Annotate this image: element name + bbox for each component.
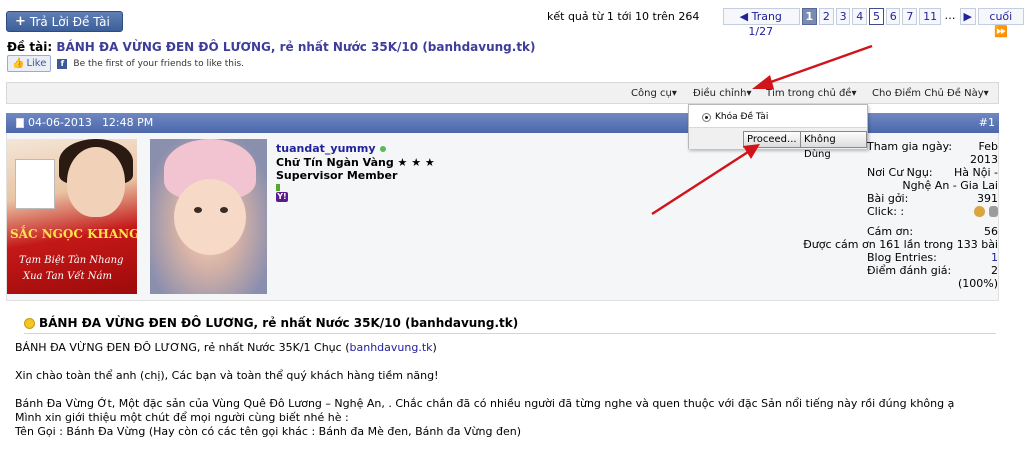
- arrow-to-adjust-menu: [752, 44, 873, 89]
- annotation-arrows: [651, 44, 873, 216]
- arrow-to-proceed-button: [651, 144, 760, 216]
